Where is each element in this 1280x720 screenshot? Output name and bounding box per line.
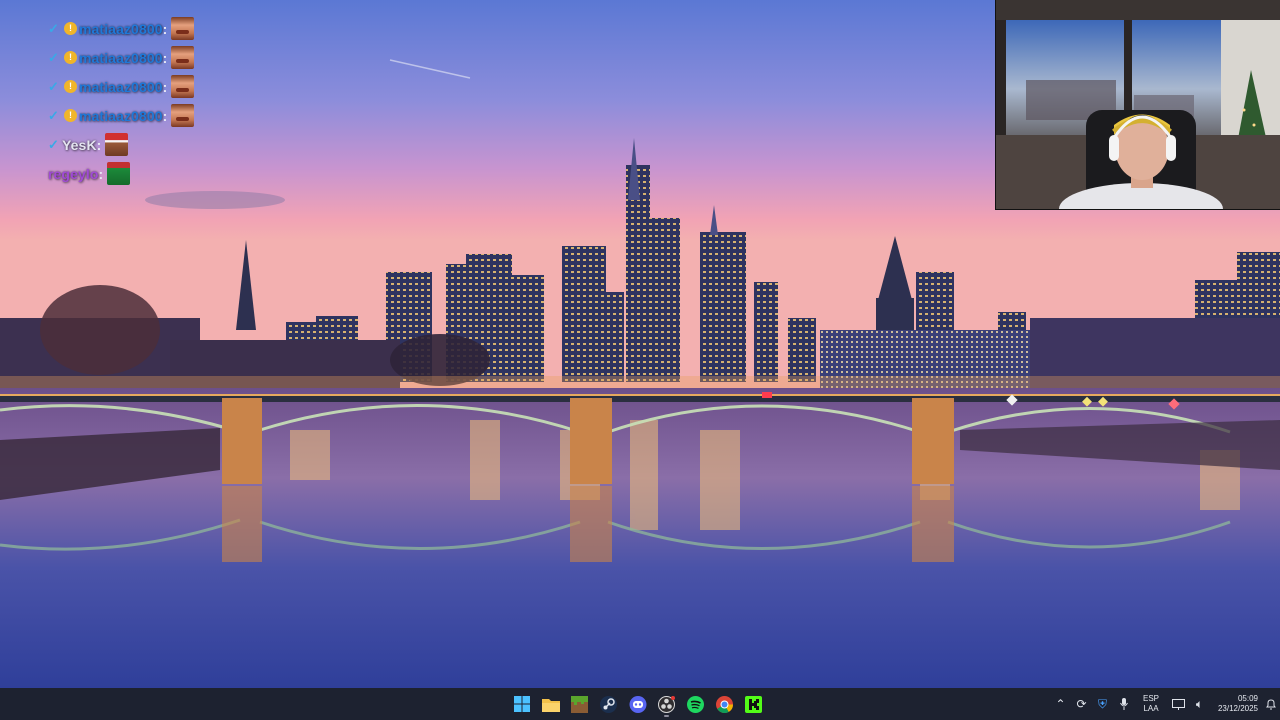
santa-hat-emote-icon <box>105 133 129 156</box>
green-emote-icon <box>107 162 131 185</box>
keyboard-layout: LAA <box>1143 704 1159 713</box>
spotify-icon <box>687 695 704 713</box>
chrome-icon <box>716 695 733 713</box>
windows-logo-icon <box>513 696 530 712</box>
chat-message: ✓ ! matiaaz0800 : <box>48 14 195 43</box>
chat-username: matiaaz0800 <box>79 49 163 66</box>
show-hidden-icons-button[interactable]: ⌃ <box>1050 688 1071 720</box>
chat-username: regeylo <box>48 165 99 182</box>
clock-button[interactable]: 05:09 23/12/2025 <box>1210 688 1262 720</box>
clock: 05:09 23/12/2025 <box>1210 694 1258 714</box>
system-tray: ⌃ ⟳ ⛨ ESP LAA 🔈︎ 05:09 23/12/2025 <box>1050 688 1280 720</box>
chevron-up-icon: ⌃ <box>1055 697 1066 711</box>
face-emote-icon <box>171 17 195 40</box>
sync-icon: ⟳ <box>1076 697 1087 711</box>
face-emote-icon <box>171 75 195 98</box>
chat-message: ✓ YesK : <box>48 130 194 159</box>
face-emote-icon <box>171 46 195 69</box>
discord-button[interactable] <box>626 690 649 718</box>
chat-separator: : <box>162 107 168 124</box>
input-language-button[interactable]: ESP LAA <box>1134 688 1168 720</box>
kick-button[interactable] <box>742 690 765 718</box>
windows-taskbar: ⌃ ⟳ ⛨ ESP LAA 🔈︎ 05:09 23/12/2025 <box>0 688 1280 720</box>
verified-check-icon: ✓ <box>48 20 59 36</box>
running-indicator <box>664 715 669 717</box>
streamer-webcam-feed <box>996 0 1280 209</box>
chat-separator: : <box>98 165 104 182</box>
obs-icon <box>658 695 675 713</box>
volume-button[interactable]: 🔈︎ <box>1189 688 1210 720</box>
gold-coin-badge-icon: ! <box>64 109 77 122</box>
chrome-button[interactable] <box>713 690 736 718</box>
chat-separator: : <box>162 49 168 66</box>
tray-sync-button[interactable]: ⟳ <box>1071 688 1092 720</box>
speaker-icon: 🔈︎ <box>1195 696 1204 711</box>
start-button[interactable] <box>510 690 533 718</box>
gold-coin-badge-icon: ! <box>64 80 77 93</box>
clock-time: 05:09 <box>1237 694 1258 703</box>
network-button[interactable] <box>1168 688 1189 720</box>
tray-microphone-button[interactable] <box>1113 688 1134 720</box>
obs-studio-button[interactable] <box>655 690 678 718</box>
spotify-button[interactable] <box>684 690 707 718</box>
minecraft-launcher-button[interactable] <box>568 690 591 718</box>
bell-icon <box>1266 698 1276 709</box>
chat-separator: : <box>162 20 168 37</box>
file-explorer-button[interactable] <box>539 690 562 718</box>
gold-coin-badge-icon: ! <box>64 22 77 35</box>
microphone-icon <box>1119 698 1128 710</box>
input-language-label: ESP LAA <box>1136 694 1166 714</box>
clock-date: 23/12/2025 <box>1217 704 1258 713</box>
chat-username: YesK <box>62 136 97 153</box>
face-emote-icon <box>171 104 195 127</box>
taskbar-apps <box>510 688 765 720</box>
shield-icon: ⛨ <box>1097 696 1107 711</box>
kick-icon <box>745 695 762 713</box>
gold-coin-badge-icon: ! <box>64 51 77 64</box>
chat-message: ✓ ! matiaaz0800 : <box>48 72 195 101</box>
chat-separator: : <box>162 78 168 95</box>
grass-block-icon <box>571 695 588 713</box>
chat-message: ✓ ! matiaaz0800 : <box>48 43 195 72</box>
verified-check-icon: ✓ <box>48 49 59 65</box>
verified-check-icon: ✓ <box>48 136 59 152</box>
chat-separator: : <box>96 136 102 153</box>
steam-button[interactable] <box>597 690 620 718</box>
notifications-button[interactable] <box>1262 688 1280 720</box>
chat-username: matiaaz0800 <box>79 78 163 95</box>
verified-check-icon: ✓ <box>48 78 59 94</box>
steam-icon <box>600 695 617 713</box>
chat-message: regeylo : <box>48 159 194 188</box>
network-monitor-icon <box>1172 698 1185 710</box>
discord-icon <box>629 695 646 713</box>
chat-message: ✓ ! matiaaz0800 : <box>48 101 195 130</box>
chat-username: matiaaz0800 <box>79 20 163 37</box>
stream-chat-overlay: ✓ ! matiaaz0800 : ✓ ! matiaaz0800 : ✓ ! … <box>48 14 195 188</box>
chat-username: matiaaz0800 <box>79 107 163 124</box>
folder-icon <box>541 698 560 712</box>
language-code: ESP <box>1142 694 1159 703</box>
webcam-overlay <box>995 0 1280 210</box>
tray-security-button[interactable]: ⛨ <box>1092 688 1113 720</box>
verified-check-icon: ✓ <box>48 107 59 123</box>
